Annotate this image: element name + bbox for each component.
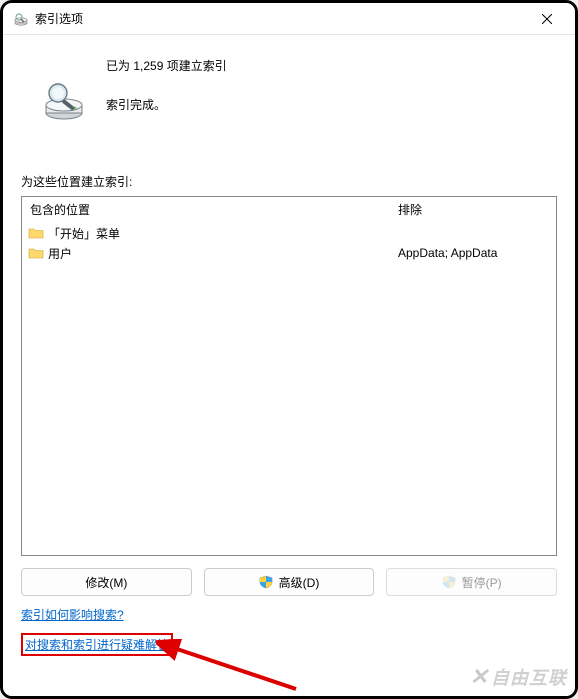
list-item[interactable]: 用户 [28, 243, 384, 263]
indexed-locations-list: 包含的位置 排除 「开始」菜单 [21, 196, 557, 556]
column-header-included[interactable]: 包含的位置 [22, 197, 390, 221]
locations-section-label: 为这些位置建立索引: [21, 173, 557, 190]
uac-shield-icon [442, 575, 456, 589]
column-header-excluded[interactable]: 排除 [390, 197, 556, 221]
folder-icon [28, 226, 44, 240]
button-label: 修改(M) [85, 574, 127, 591]
indexing-status-icon [42, 79, 86, 123]
indexed-count-text: 已为 1,259 项建立索引 [106, 57, 557, 74]
excluded-item[interactable]: AppData; AppData [396, 243, 550, 263]
excluded-item[interactable] [396, 223, 550, 243]
troubleshoot-link[interactable]: 对搜索和索引进行疑难解答 [25, 636, 169, 653]
index-complete-text: 索引完成。 [106, 96, 557, 113]
pause-button: 暂停(P) [386, 568, 557, 596]
button-label: 高级(D) [279, 574, 320, 591]
list-item-label: 「开始」菜单 [48, 225, 120, 242]
help-link[interactable]: 索引如何影响搜索? [21, 606, 124, 623]
list-item-label: 用户 [48, 245, 72, 262]
modify-button[interactable]: 修改(M) [21, 568, 192, 596]
button-label: 暂停(P) [462, 574, 502, 591]
close-icon [542, 14, 552, 24]
titlebar: 索引选项 [3, 3, 575, 35]
index-status: 已为 1,259 项建立索引 索引完成。 [21, 49, 557, 123]
uac-shield-icon [259, 575, 273, 589]
folder-icon [28, 246, 44, 260]
close-button[interactable] [525, 4, 569, 34]
troubleshoot-link-highlight: 对搜索和索引进行疑难解答 [21, 633, 173, 656]
window-title: 索引选项 [35, 10, 525, 27]
list-item[interactable]: 「开始」菜单 [28, 223, 384, 243]
index-options-icon [13, 11, 29, 27]
advanced-button[interactable]: 高级(D) [204, 568, 375, 596]
